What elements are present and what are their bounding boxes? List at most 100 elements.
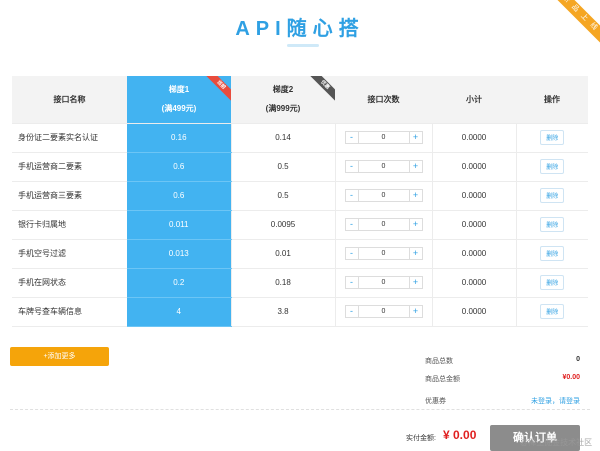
tier1-price: 0.6 [127,152,231,182]
op-cell: 删除 [515,152,588,182]
tier2-price: 0.14 [230,123,335,153]
quantity-stepper: -0 + [344,247,423,260]
qty-cell: -0 + [334,239,432,269]
delete-button[interactable]: 删除 [540,159,565,174]
api-name: 手机运营商三要素 [12,181,127,211]
quantity-stepper: -0 + [344,218,423,231]
table-row: 手机运营商二要素 0.6 0.5-0 +0.0000 删除 [12,152,588,182]
quantity-stepper: -0 + [344,189,423,202]
plus-button[interactable]: + [410,132,422,143]
delete-button[interactable]: 删除 [540,188,565,203]
table-row: 银行卡归属地 0.011 0.0095-0 +0.0000 删除 [12,210,588,240]
minus-button[interactable]: - [346,248,358,259]
op-cell: 删除 [515,210,588,240]
quantity-stepper: -0 + [344,160,423,173]
quantity-input[interactable]: 0 [357,248,410,259]
table-row: 手机运营商三要素 0.6 0.5-0 +0.0000 删除 [12,181,588,211]
divider [10,409,590,410]
total-value: ¥0.00 [562,374,580,381]
minus-button[interactable]: - [346,190,358,201]
count-value: 0 [576,356,580,363]
tier1-price: 0.6 [127,181,231,211]
tier2-price: 0.5 [230,181,335,211]
qty-cell: -0 + [334,123,432,153]
quantity-stepper: -0 + [344,131,423,144]
op-cell: 删除 [515,181,588,211]
api-name: 车牌号查车辆信息 [12,297,127,327]
minus-button[interactable]: - [346,132,358,143]
pay-value: ¥ 0.00 [443,428,477,442]
table-row: 手机在网状态 0.2 0.18-0 +0.0000 删除 [12,268,588,298]
plus-button[interactable]: + [410,161,422,172]
op-cell: 删除 [515,268,588,298]
summary-coupon: 优惠券 未登录，请登录 [425,396,580,406]
header-tier1-sub: (满499元) [161,104,197,114]
plus-button[interactable]: + [410,219,422,230]
qty-cell: -0 + [334,268,432,298]
subtotal: 0.0000 [431,123,516,153]
op-cell: 删除 [515,297,588,327]
summary-count: 商品总数 0 [425,356,580,366]
qty-cell: -0 + [334,152,432,182]
discount-badge: 优惠 [309,76,335,102]
quantity-input[interactable]: 0 [357,132,410,143]
tier2-price: 0.0095 [230,210,335,240]
add-more-button[interactable]: +添加更多 [10,347,109,366]
header-subtotal: 小计 [432,76,516,124]
total-label: 商品总金额 [425,376,460,383]
current-badge: 当前 [205,76,231,102]
plus-button[interactable]: + [410,277,422,288]
quantity-stepper: -0 + [344,276,423,289]
coupon-label: 优惠券 [425,398,446,405]
plus-button[interactable]: + [410,190,422,201]
minus-button[interactable]: - [346,306,358,317]
table-row: 身份证二要素实名认证 0.16 0.14-0 +0.0000 删除 [12,123,588,153]
tier2-price: 3.8 [230,297,335,327]
op-cell: 删除 [515,123,588,153]
api-name: 身份证二要素实名认证 [12,123,127,153]
delete-button[interactable]: 删除 [540,304,565,319]
header-name: 接口名称 [12,76,127,124]
quantity-input[interactable]: 0 [357,190,410,201]
tier2-price: 0.01 [230,239,335,269]
header-tier2[interactable]: 梯度2 (满999元) 优惠 [231,76,335,124]
qty-cell: -0 + [334,210,432,240]
table-row: 车牌号查车辆信息 4 3.8-0 +0.0000 删除 [12,297,588,327]
plus-button[interactable]: + [410,248,422,259]
tier1-price: 0.2 [127,268,231,298]
header-tier1-label: 梯度1 [168,85,190,95]
count-label: 商品总数 [425,358,453,365]
minus-button[interactable]: - [346,219,358,230]
quantity-input[interactable]: 0 [357,306,410,317]
delete-button[interactable]: 删除 [540,217,565,232]
subtotal: 0.0000 [431,181,516,211]
subtotal: 0.0000 [431,297,516,327]
quantity-input[interactable]: 0 [357,219,410,230]
api-table: 接口名称 梯度1 (满499元) 当前 梯度2 (满999元) 优惠 接口次数 … [12,76,588,327]
header-tier2-sub: (满999元) [265,104,301,114]
subtotal: 0.0000 [431,152,516,182]
quantity-input[interactable]: 0 [357,161,410,172]
tier1-price: 4 [127,297,231,327]
quantity-input[interactable]: 0 [357,277,410,288]
watermark: @稀土掘金技术社区 [520,438,593,447]
subtotal: 0.0000 [431,239,516,269]
qty-cell: -0 + [334,181,432,211]
delete-button[interactable]: 删除 [540,246,565,261]
delete-button[interactable]: 删除 [540,275,565,290]
delete-button[interactable]: 删除 [540,130,565,145]
tier2-price: 0.5 [230,152,335,182]
table-row: 手机空号过滤 0.013 0.01-0 +0.0000 删除 [12,239,588,269]
header-tier1[interactable]: 梯度1 (满499元) 当前 [127,76,231,124]
page-title: API随心搭 [235,18,365,40]
api-name: 银行卡归属地 [12,210,127,240]
minus-button[interactable]: - [346,161,358,172]
plus-button[interactable]: + [410,306,422,317]
subtotal: 0.0000 [431,210,516,240]
login-link[interactable]: 未登录，请登录 [531,396,580,406]
pay-label: 实付金额: [406,435,436,442]
tier1-price: 0.013 [127,239,231,269]
title-underline [287,44,319,47]
minus-button[interactable]: - [346,277,358,288]
op-cell: 删除 [515,239,588,269]
